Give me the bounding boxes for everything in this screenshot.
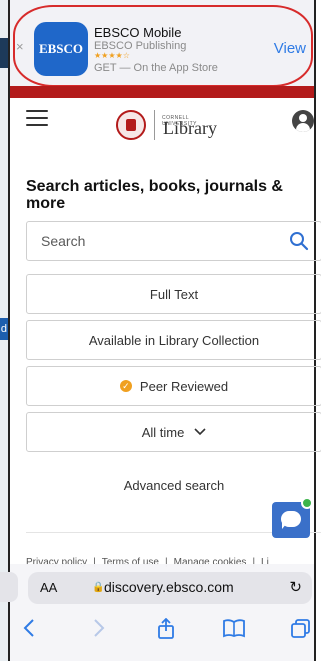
mobile-browser-frame: × EBSCO EBSCO Mobile EBSCO Publishing ★★… (8, 0, 321, 661)
screen: d × EBSCO EBSCO Mobile EBSCO Publishing … (0, 0, 321, 661)
view-app-button[interactable]: View (274, 40, 306, 57)
advanced-search-link[interactable]: Advanced search (26, 478, 321, 493)
background-page-strip: d (0, 0, 8, 661)
logo-university-text: CORNELL UNIVERSITY (162, 115, 198, 127)
app-name: EBSCO Mobile (94, 25, 182, 40)
search-input[interactable]: Search (26, 221, 321, 261)
forward-icon[interactable] (92, 618, 106, 638)
logo-divider (154, 110, 155, 140)
reload-icon[interactable]: ↻ (289, 578, 302, 596)
full-text-filter-button[interactable]: Full Text (26, 274, 321, 314)
bookmarks-icon[interactable] (222, 618, 246, 638)
ebsco-app-icon[interactable]: EBSCO (34, 22, 88, 76)
background-page-label: d (0, 318, 8, 340)
library-collection-filter-button[interactable]: Available in Library Collection (26, 320, 321, 360)
text-size-button[interactable]: AA (40, 580, 57, 595)
library-collection-label: Available in Library Collection (88, 332, 260, 348)
library-logo[interactable]: CORNELL UNIVERSITY Library (116, 110, 217, 140)
background-browser-bar (0, 572, 18, 602)
search-placeholder: Search (41, 233, 86, 249)
peer-reviewed-label: Peer Reviewed (139, 378, 229, 394)
app-store-banner: × EBSCO EBSCO Mobile EBSCO Publishing ★★… (10, 0, 314, 92)
search-icon[interactable] (289, 231, 309, 251)
lock-icon: 🔒 (92, 582, 105, 593)
url-text[interactable]: discovery.ebsco.com (104, 579, 234, 595)
peer-reviewed-check-icon: ✓ (119, 380, 132, 392)
page-title: Search articles, books, journals & more (26, 178, 283, 212)
account-icon[interactable] (292, 110, 314, 132)
date-range-dropdown[interactable]: All time (26, 412, 321, 452)
background-page-block (0, 38, 8, 68)
peer-reviewed-filter-button[interactable]: ✓ Peer Reviewed (26, 366, 321, 406)
close-banner-icon[interactable]: × (16, 39, 24, 54)
chat-button[interactable] (272, 497, 313, 538)
chat-online-indicator (301, 497, 313, 509)
browser-toolbar (10, 612, 314, 652)
address-bar[interactable]: AA 🔒 discovery.ebsco.com ↻ (28, 572, 312, 604)
chevron-down-icon (194, 428, 206, 436)
tabs-icon[interactable] (290, 618, 312, 640)
share-icon[interactable] (156, 618, 176, 640)
brand-strip (10, 86, 314, 98)
chat-bubble-tail (282, 523, 287, 529)
back-icon[interactable] (22, 618, 36, 638)
browser-chrome: AA 🔒 discovery.ebsco.com ↻ (10, 564, 314, 661)
cornell-seal-icon (116, 110, 146, 140)
menu-icon[interactable] (26, 110, 48, 126)
app-store-get-text: GET — On the App Store (94, 62, 218, 74)
date-range-label: All time (141, 424, 185, 440)
app-rating-stars: ★★★★☆ (94, 51, 130, 60)
full-text-label: Full Text (149, 286, 199, 302)
